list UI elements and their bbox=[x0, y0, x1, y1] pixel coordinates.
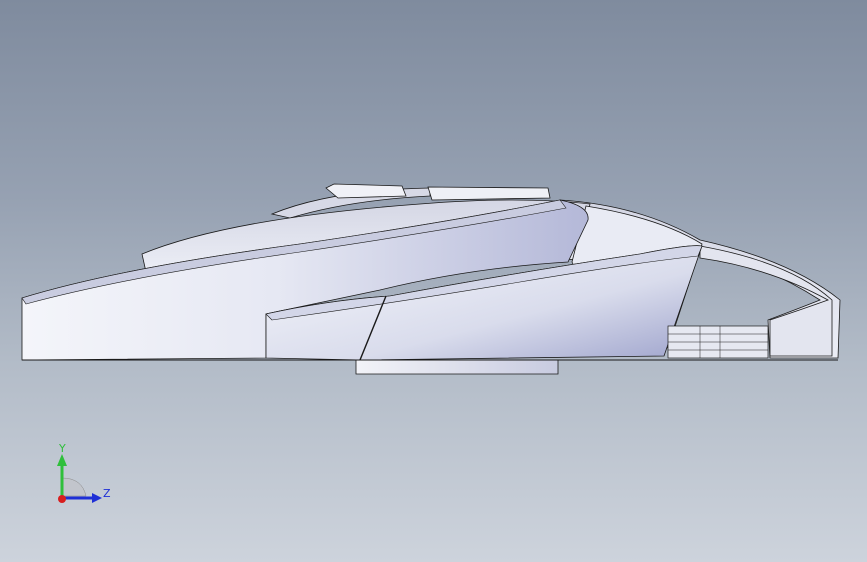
z-axis-label: Z bbox=[103, 487, 111, 500]
graphics-viewport[interactable]: Y Z bbox=[0, 0, 867, 562]
vane-top-1 bbox=[325, 183, 407, 199]
vane-top-2 bbox=[427, 186, 551, 201]
3d-model-view[interactable] bbox=[0, 0, 867, 562]
y-axis-arrow bbox=[57, 454, 67, 466]
coordinate-triad: Y Z bbox=[57, 442, 111, 503]
x-axis-dot bbox=[58, 495, 66, 503]
z-axis-arrow bbox=[92, 493, 102, 503]
hub-base bbox=[355, 359, 559, 375]
triad-plane-arc bbox=[61, 477, 87, 497]
y-axis-label: Y bbox=[58, 442, 66, 455]
